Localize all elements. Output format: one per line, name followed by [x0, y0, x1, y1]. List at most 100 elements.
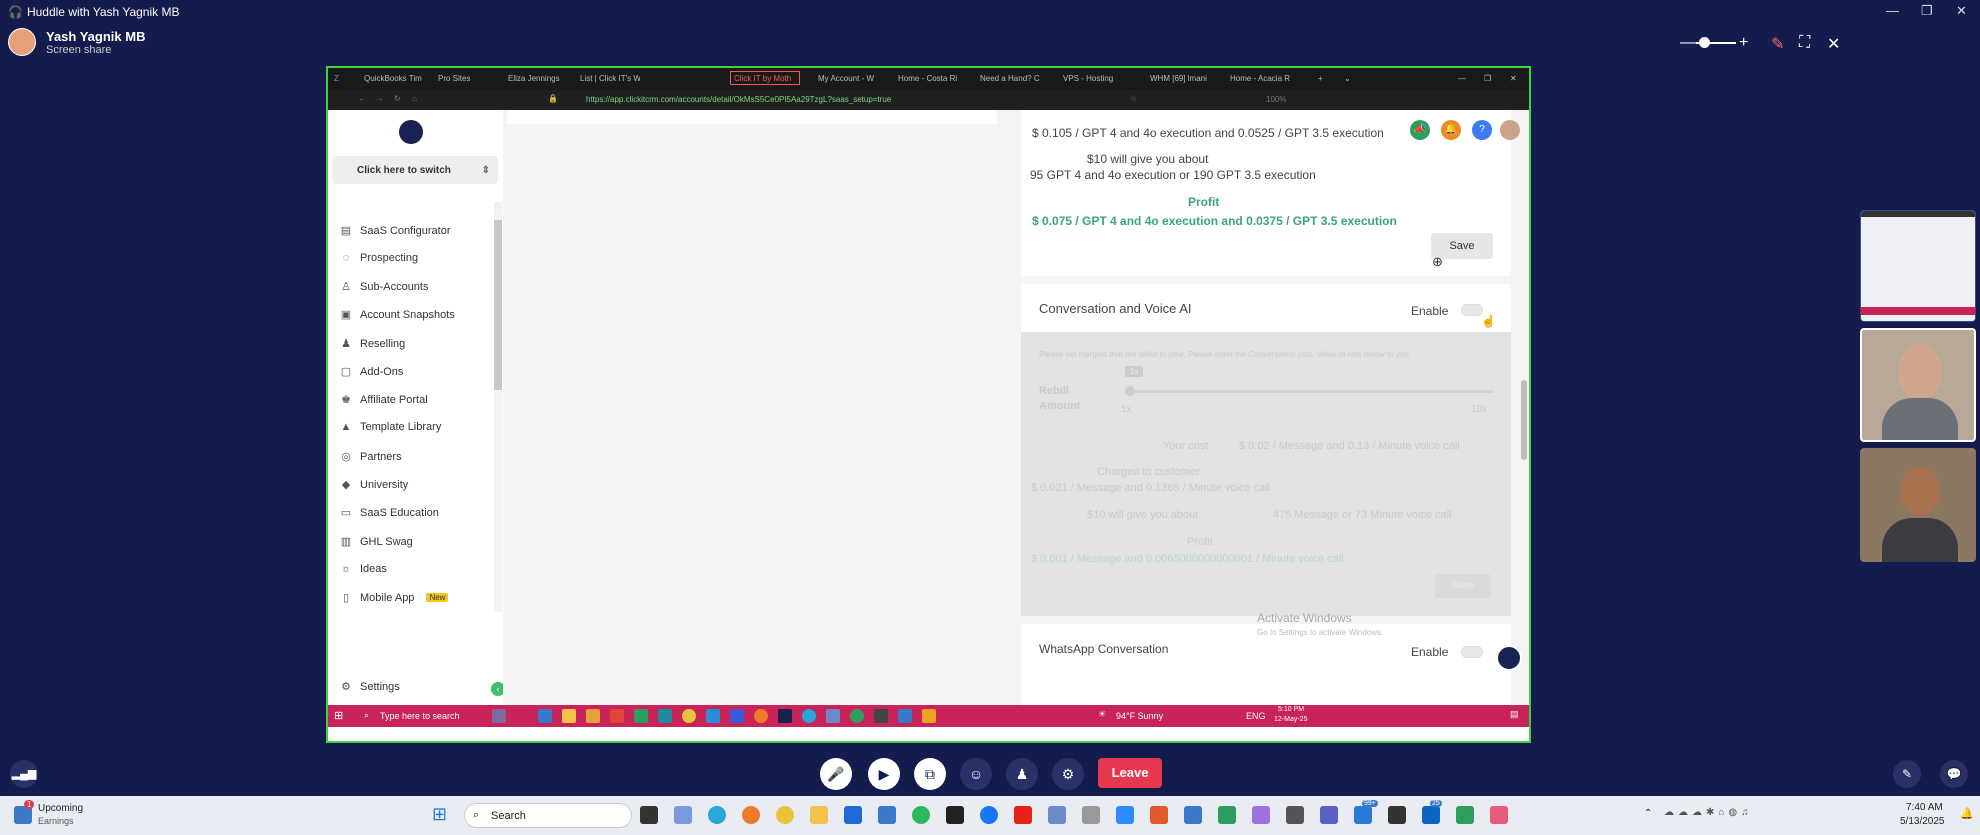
tab-home-costa[interactable]: Home - Costa Ri — [898, 72, 960, 86]
app-icon[interactable] — [1456, 806, 1474, 824]
close-share-icon[interactable]: ✕ — [1827, 34, 1840, 54]
app-icon[interactable] — [946, 806, 964, 824]
user-avatar[interactable] — [1500, 120, 1520, 140]
sidebar-item-ideas[interactable]: ☼ Ideas — [340, 563, 387, 575]
tab-my-account[interactable]: My Account - W — [818, 72, 880, 86]
sidebar-item-partners[interactable]: ◎ Partners — [340, 450, 401, 464]
voice-save-button[interactable]: Save — [1435, 574, 1491, 598]
tab-list-click-it[interactable]: List | Click IT's W — [580, 72, 640, 86]
browser-restore-icon[interactable]: ❐ — [1484, 72, 1491, 86]
close-button[interactable]: ✕ — [1956, 3, 1967, 19]
main-scrollbar-thumb[interactable] — [1521, 380, 1527, 460]
browser-close-icon[interactable]: ✕ — [1510, 72, 1517, 86]
sidebar-item-university[interactable]: ◆ University — [340, 478, 409, 492]
facebook-icon[interactable] — [980, 806, 998, 824]
sidebar-item-add-ons[interactable]: ▢ Add-Ons — [340, 365, 404, 379]
remote-search-box[interactable]: Type here to search — [380, 711, 460, 721]
app-icon[interactable] — [730, 709, 744, 723]
expand-icon[interactable]: ⛶ — [1799, 34, 1810, 52]
url-field[interactable]: https://app.clickitcrm.com/accounts/deta… — [586, 95, 891, 104]
windows-start-button[interactable]: ⊞ — [432, 804, 447, 825]
app-icon[interactable] — [492, 709, 506, 723]
taskbar-search-box[interactable]: ⌕ Search — [464, 803, 632, 828]
minimize-button[interactable]: — — [1886, 3, 1899, 18]
chrome-icon[interactable] — [682, 709, 696, 723]
settings-icon[interactable] — [1286, 806, 1304, 824]
tab-need-a-hand[interactable]: Need a Hand? C — [980, 72, 1042, 86]
tab-click-it[interactable]: Click IT by Moth — [730, 71, 800, 85]
app-icon[interactable] — [850, 709, 864, 723]
app-icon[interactable] — [1354, 806, 1372, 824]
zoom-slider-thumb[interactable] — [1699, 37, 1710, 48]
sidebar-item-prospecting[interactable]: ◌ Prospecting — [340, 252, 418, 264]
participant-video[interactable] — [1860, 328, 1976, 442]
zoom-out-icon[interactable]: — — [1680, 34, 1696, 52]
whatsapp-enable-toggle[interactable] — [1461, 646, 1483, 658]
tray-chevron-icon[interactable]: ⌃ — [1644, 808, 1652, 819]
reactions-button[interactable]: ☺ — [960, 758, 992, 790]
skype-icon[interactable] — [706, 709, 720, 723]
app-icon[interactable] — [1082, 806, 1100, 824]
tab-vps-hosting[interactable]: VPS - Hosting — [1063, 72, 1123, 86]
outlook-icon[interactable] — [844, 806, 862, 824]
notification-bell-icon[interactable]: 🔔 — [1960, 807, 1974, 820]
tab-eliza-jennings[interactable]: Eliza Jennings — [508, 72, 566, 86]
tab-whm[interactable]: WHM [69] lmani — [1150, 72, 1212, 86]
app-icon[interactable] — [610, 709, 624, 723]
firefox-icon[interactable] — [754, 709, 768, 723]
forward-icon[interactable]: → — [376, 94, 384, 103]
app-icon[interactable] — [1184, 806, 1202, 824]
sidebar-item-account-snapshots[interactable]: ▣ Account Snapshots — [340, 308, 455, 322]
video-button[interactable]: ▶ — [868, 758, 900, 790]
rebill-slider-thumb[interactable] — [1125, 386, 1135, 396]
sidebar-item-sub-accounts[interactable]: ♙ Sub-Accounts — [340, 280, 428, 294]
chat-widget-button[interactable] — [1496, 645, 1522, 671]
sidebar-item-saas-education[interactable]: ▭ SaaS Education — [340, 506, 439, 520]
sidebar-scroll-thumb[interactable] — [494, 220, 502, 390]
firefox-icon[interactable] — [742, 806, 760, 824]
bookmark-star-icon[interactable]: ☆ — [1130, 94, 1137, 103]
app-icon[interactable] — [538, 709, 552, 723]
app-icon[interactable] — [1218, 806, 1236, 824]
megaphone-icon[interactable]: 📣 — [1410, 120, 1430, 140]
screen-share-button[interactable]: ⧉ — [914, 758, 946, 790]
windows-start-icon[interactable]: ⊞ — [334, 709, 343, 722]
app-icon[interactable] — [922, 709, 936, 723]
photoshop-icon[interactable] — [778, 709, 792, 723]
screen-thumbnail[interactable] — [1860, 210, 1976, 322]
notifications-bell-icon[interactable]: 🔔 — [1441, 120, 1461, 140]
linkedin-icon[interactable] — [1422, 806, 1440, 824]
browser-minimize-icon[interactable]: — — [1458, 72, 1466, 86]
notes-icon[interactable]: ✎ — [1893, 760, 1921, 788]
leave-button[interactable]: Leave — [1098, 758, 1162, 788]
zoom-in-icon[interactable]: + — [1739, 34, 1748, 52]
edge-icon[interactable] — [802, 709, 816, 723]
chrome-icon[interactable] — [776, 806, 794, 824]
app-icon[interactable] — [874, 709, 888, 723]
sidebar-item-mobile-app[interactable]: ▯ Mobile App New — [340, 591, 449, 604]
home-icon[interactable]: ⌂ — [412, 94, 417, 103]
sidebar-item-ghl-swag[interactable]: ▥ GHL Swag — [340, 535, 413, 549]
task-view-icon[interactable] — [640, 806, 658, 824]
tab-pro-sites[interactable]: Pro Sites — [438, 72, 493, 86]
account-switcher[interactable]: Click here to switch ⇕ — [332, 156, 498, 184]
voice-enable-toggle[interactable] — [1461, 304, 1483, 316]
teams-icon[interactable] — [1320, 806, 1338, 824]
app-icon[interactable] — [1252, 806, 1270, 824]
microphone-button[interactable]: 🎤 — [820, 758, 852, 790]
whatsapp-icon[interactable] — [912, 806, 930, 824]
chat-icon[interactable]: 💬 — [1940, 760, 1968, 788]
participant-video[interactable] — [1860, 448, 1976, 562]
app-icon[interactable] — [1388, 806, 1406, 824]
back-icon[interactable]: ← — [358, 94, 366, 103]
youtube-icon[interactable] — [1014, 806, 1032, 824]
huddle-settings-button[interactable]: ⚙ — [1052, 758, 1084, 790]
zoom-icon[interactable] — [1116, 806, 1134, 824]
app-icon[interactable] — [586, 709, 600, 723]
app-icon[interactable] — [898, 709, 912, 723]
app-icon[interactable] — [826, 709, 840, 723]
new-tab-icon[interactable]: + — [1318, 72, 1323, 86]
app-icon[interactable] — [634, 709, 648, 723]
active-app-icon[interactable] — [1490, 806, 1508, 824]
edge-icon[interactable] — [708, 806, 726, 824]
